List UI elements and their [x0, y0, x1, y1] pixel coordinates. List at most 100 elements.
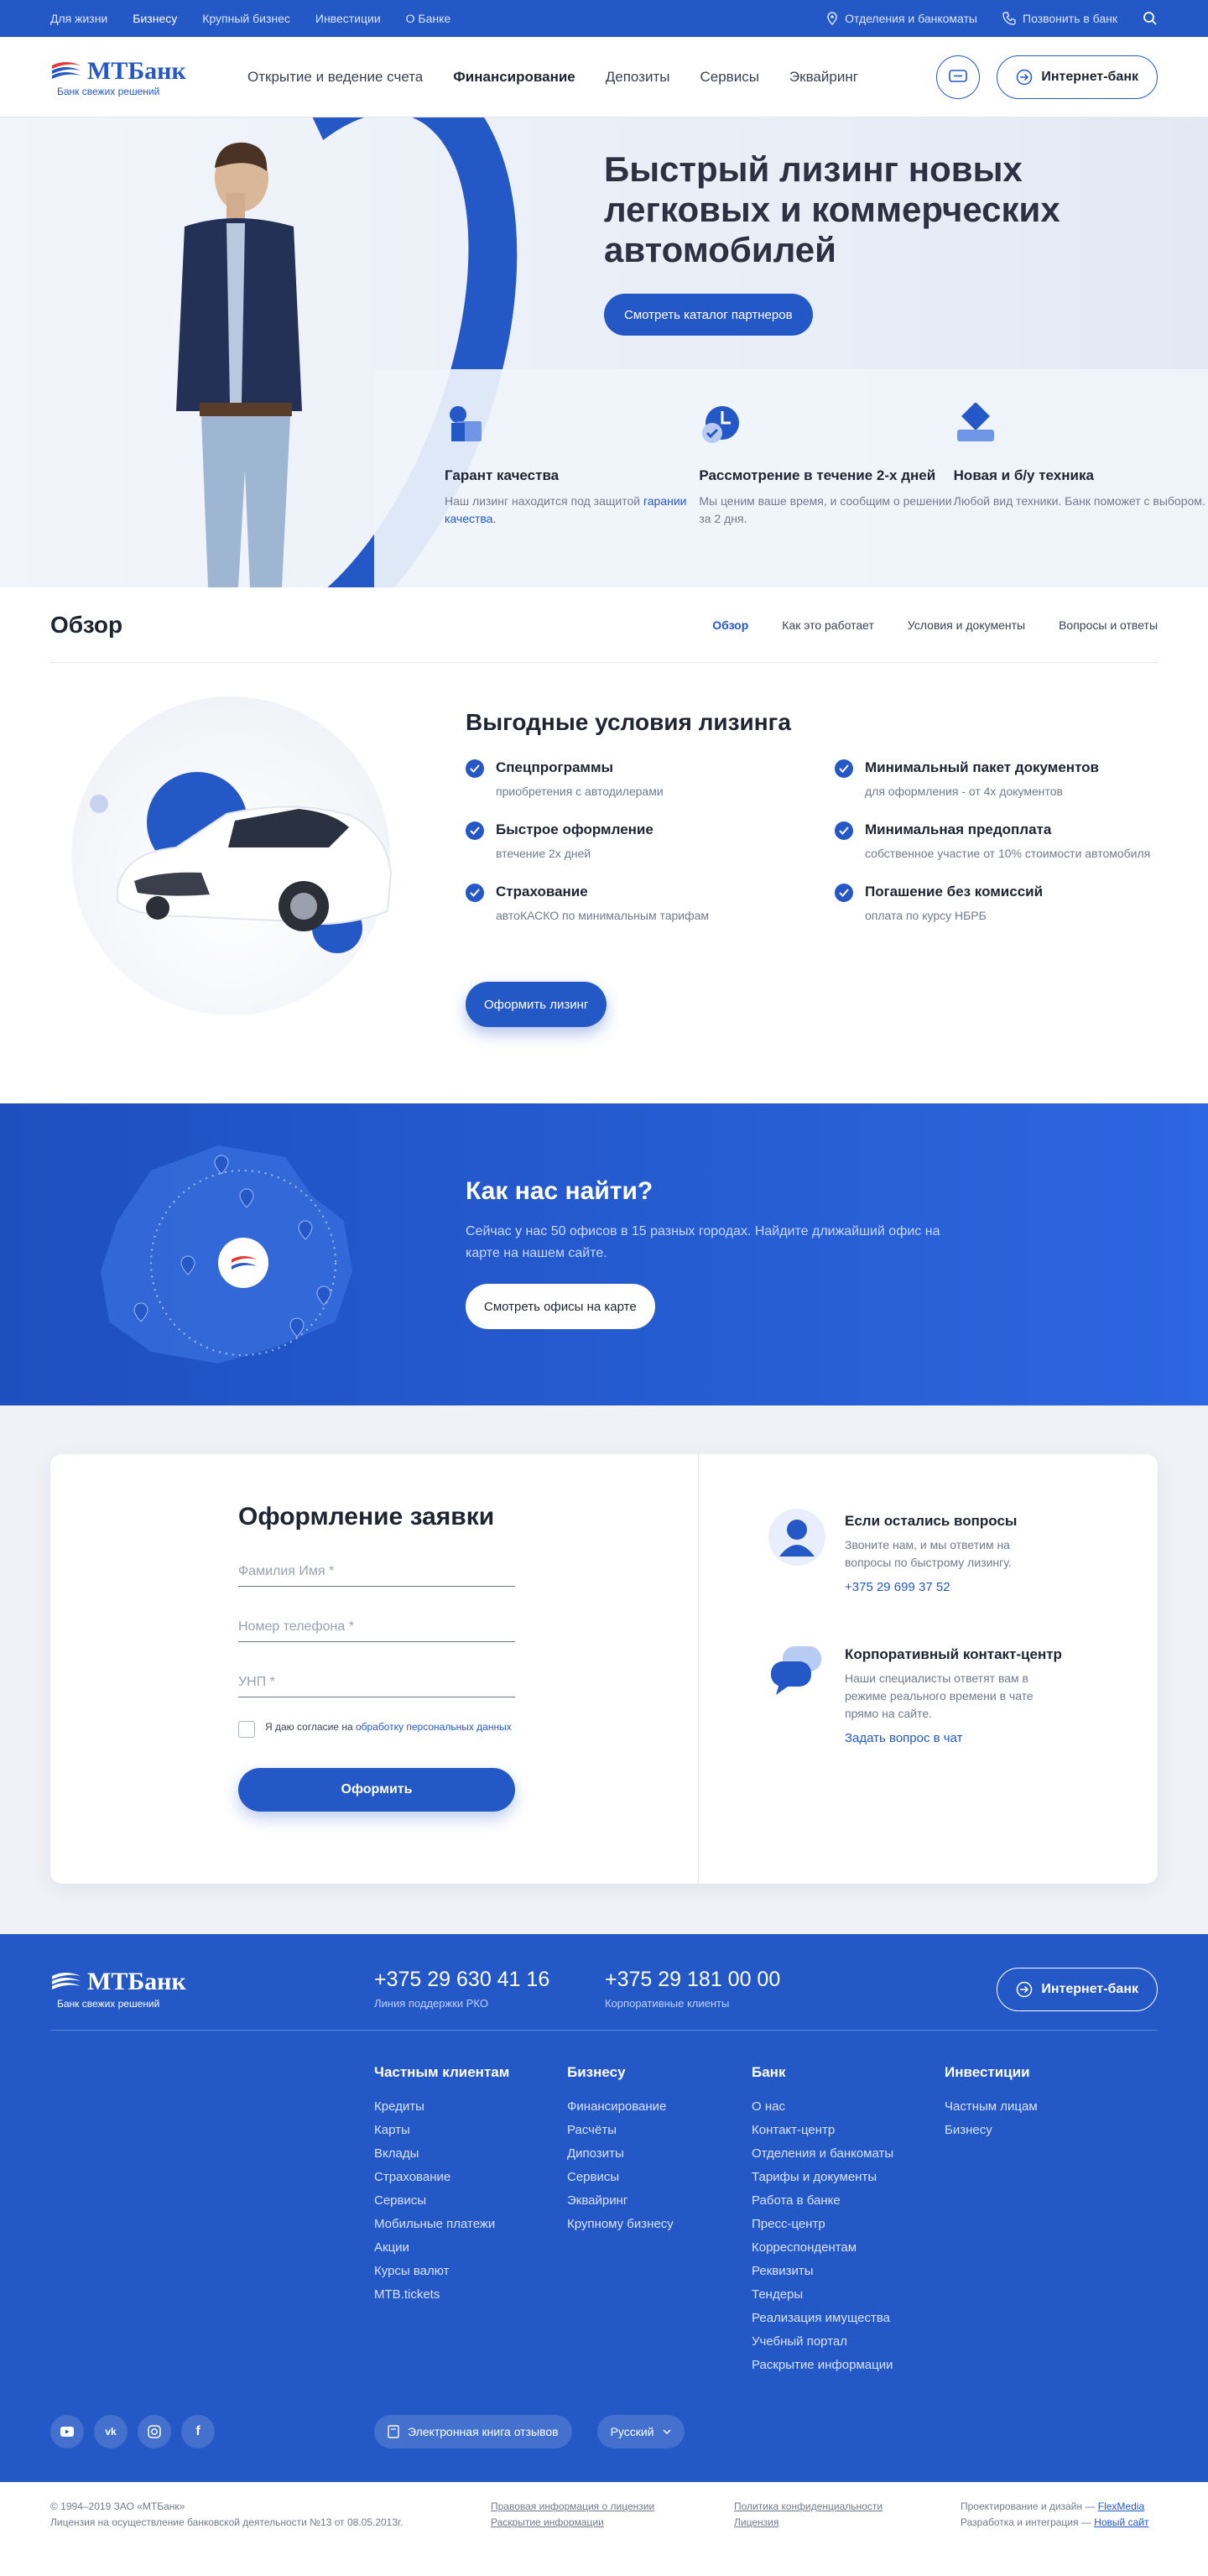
legal-link[interactable]: Правовая информация о лицензии: [491, 2499, 734, 2515]
tab-terms-documents[interactable]: Условия и документы: [908, 618, 1025, 632]
footer-internet-bank-button[interactable]: Интернет-банк: [997, 1968, 1158, 2011]
name-field[interactable]: Фамилия Имя *: [238, 1555, 515, 1587]
footer-link[interactable]: Дипозиты: [567, 2146, 752, 2161]
footer-col-title: Банк: [752, 2064, 786, 2080]
footer-internet-bank-label: Интернет-банк: [1041, 1982, 1138, 1996]
footer-link[interactable]: Контакт-центр: [752, 2123, 945, 2137]
footer-link[interactable]: Сервисы: [567, 2170, 752, 2184]
support-phone-link[interactable]: +375 29 699 37 52: [845, 1580, 1046, 1594]
chat-block: Корпоративный контакт-центр Наши специал…: [768, 1641, 1062, 1745]
logo-tagline: Банк свежих решений: [57, 85, 160, 97]
partners-catalog-button[interactable]: Смотреть каталог партнеров: [604, 294, 813, 336]
unp-field[interactable]: УНП *: [238, 1666, 515, 1697]
condition-title: Погашение без комиссий: [865, 884, 1044, 900]
vk-icon[interactable]: vk: [94, 2415, 128, 2448]
footer-link[interactable]: Курсы валют: [374, 2264, 567, 2278]
footer-link[interactable]: Финансирование: [567, 2099, 752, 2114]
chat-button[interactable]: [936, 55, 981, 99]
footer-link[interactable]: Раскрытие информации: [752, 2358, 945, 2372]
brand-logo[interactable]: МТБанк Банк свежих решений: [50, 57, 222, 97]
footer-link[interactable]: О нас: [752, 2099, 945, 2114]
search-icon[interactable]: [1143, 11, 1158, 26]
footer-link[interactable]: Акции: [374, 2240, 567, 2255]
branches-link[interactable]: Отделения и банкоматы: [826, 12, 977, 25]
tab-how-it-works[interactable]: Как это работает: [782, 618, 874, 632]
condition-title: Быстрое оформление: [496, 821, 653, 837]
footer-link[interactable]: Реализация имущества: [752, 2311, 945, 2325]
condition-item: Быстрое оформление втечение 2х дней: [466, 821, 835, 862]
find-us-title: Как нас найти?: [466, 1177, 653, 1205]
instagram-icon[interactable]: [138, 2415, 171, 2448]
footer-link[interactable]: Расчёты: [567, 2123, 752, 2137]
footer-logo[interactable]: МТБанк Банк свежих решений: [50, 1968, 374, 2011]
footer-col-business: Бизнесу Финансирование Расчёты Дипозиты …: [567, 2064, 752, 2381]
footer-link[interactable]: Мобильные платежи: [374, 2217, 567, 2231]
apply-leasing-button[interactable]: Оформить лизинг: [466, 982, 607, 1027]
tab-overview[interactable]: Обзор: [712, 618, 748, 632]
internet-bank-button[interactable]: Интернет-банк: [997, 55, 1158, 99]
footer-link[interactable]: Тендеры: [752, 2287, 945, 2302]
topbar-link-about[interactable]: О Банке: [406, 12, 451, 25]
nav-item-financing[interactable]: Финансирование: [453, 69, 575, 86]
legal-link[interactable]: Лицензия: [734, 2515, 961, 2531]
footer-link[interactable]: Частным лицам: [945, 2099, 1138, 2114]
footer-link[interactable]: Работа в банке: [752, 2193, 945, 2208]
condition-item: Страхование автоКАСКО по минимальным тари…: [466, 884, 835, 924]
youtube-icon[interactable]: [50, 2415, 84, 2448]
nav-item-deposits[interactable]: Депозиты: [606, 69, 670, 86]
offices-map-button[interactable]: Смотреть офисы на карте: [466, 1284, 655, 1329]
footer-phone[interactable]: +375 29 181 00 00 Корпоративные клиенты: [605, 1968, 836, 2010]
dev-credit-link[interactable]: Новый сайт: [1094, 2516, 1148, 2528]
design-credit: Проектирование и дизайн — FlexMedia: [961, 2500, 1145, 2512]
topbar-link-corporate[interactable]: Крупный бизнес: [202, 12, 290, 25]
footer-phone[interactable]: +375 29 630 41 16 Линия поддержки РКО: [374, 1968, 605, 2010]
footer-link[interactable]: Отделения и банкоматы: [752, 2146, 945, 2161]
check-icon: [835, 759, 853, 778]
consent-checkbox[interactable]: [238, 1721, 255, 1738]
feedback-book-button[interactable]: Электронная книга отзывов: [374, 2415, 572, 2448]
condition-text: оплата по курсу НБРБ: [865, 909, 987, 922]
footer-link[interactable]: Сервисы: [374, 2193, 567, 2208]
footer-link[interactable]: Корреспондентам: [752, 2240, 945, 2255]
phone-field[interactable]: Номер телефона *: [238, 1610, 515, 1642]
footer-link[interactable]: Страхование: [374, 2170, 567, 2184]
phone-label: Корпоративные клиенты: [605, 1997, 730, 2010]
footer-link[interactable]: Карты: [374, 2123, 567, 2137]
submit-button[interactable]: Оформить: [238, 1768, 515, 1812]
nav-item-acquiring[interactable]: Эквайринг: [789, 69, 858, 86]
legal-link[interactable]: Политика конфиденциальности: [734, 2499, 961, 2515]
feature-title: Новая и б/у техника: [953, 467, 1094, 483]
support-person-icon: [768, 1509, 825, 1566]
footer-link[interactable]: MTB.tickets: [374, 2287, 567, 2302]
footer-link[interactable]: Тарифы и документы: [752, 2170, 945, 2184]
facebook-icon[interactable]: f: [181, 2415, 215, 2448]
legal-link[interactable]: Раскрытие информации: [491, 2515, 734, 2531]
footer-link[interactable]: Бизнесу: [945, 2123, 1138, 2137]
footer-link[interactable]: Кредиты: [374, 2099, 567, 2114]
footer-logo-name: МТБанк: [87, 1968, 186, 1995]
footer-col-bank: Банк О нас Контакт-центр Отделения и бан…: [752, 2064, 945, 2381]
call-link[interactable]: Позвонить в банк: [1002, 12, 1117, 25]
feature-text: Наш лизинг находится под защитой гарании…: [445, 494, 687, 525]
audience-nav: Для жизни Бизнесу Крупный бизнес Инвести…: [50, 12, 450, 25]
chat-link[interactable]: Задать вопрос в чат: [845, 1731, 1062, 1745]
footer-link[interactable]: Учебный портал: [752, 2334, 945, 2349]
topbar-link-investments[interactable]: Инвестиции: [315, 12, 381, 25]
footer-link[interactable]: Вклады: [374, 2146, 567, 2161]
footer-link[interactable]: Пресс-центр: [752, 2217, 945, 2231]
footer-link[interactable]: Эквайринг: [567, 2193, 752, 2208]
design-credit-link[interactable]: FlexMedia: [1098, 2500, 1144, 2512]
overview-tabs: Обзор Как это работает Условия и докумен…: [712, 618, 1158, 632]
topbar-link-life[interactable]: Для жизни: [50, 12, 107, 25]
footer-link[interactable]: Крупному бизнесу: [567, 2217, 752, 2231]
footer-link[interactable]: Реквизиты: [752, 2264, 945, 2278]
tab-faq[interactable]: Вопросы и ответы: [1059, 618, 1158, 632]
nav-item-services[interactable]: Сервисы: [700, 69, 758, 86]
condition-item: Спецпрограммы приобретения с автодилерами: [466, 759, 835, 800]
consent-link[interactable]: обработку персональных данных: [356, 1721, 512, 1733]
topbar-link-business[interactable]: Бизнесу: [133, 12, 177, 25]
quality-badge-icon: [450, 406, 482, 441]
nav-item-accounts[interactable]: Открытие и ведение счета: [247, 69, 423, 86]
main-nav: Открытие и ведение счета Финансирование …: [247, 69, 936, 86]
language-select[interactable]: Русский: [596, 2415, 685, 2448]
